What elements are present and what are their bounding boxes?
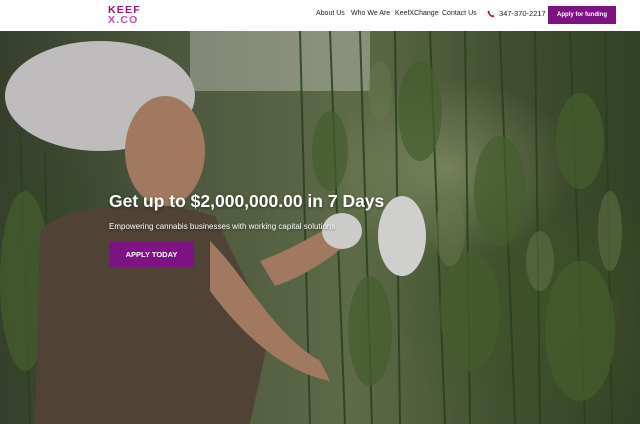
hero-subhead: Empowering cannabis businesses with work… bbox=[109, 222, 338, 231]
phone-number: 347-370-2217 bbox=[499, 9, 546, 18]
hero-headline: Get up to $2,000,000.00 in 7 Days bbox=[109, 191, 385, 211]
apply-for-funding-button[interactable]: Apply for funding bbox=[548, 6, 616, 24]
nav-about-us[interactable]: About Us bbox=[316, 10, 345, 17]
nav-contact-us[interactable]: Contact Us bbox=[442, 10, 477, 17]
keefx-logo[interactable]: KEEF X.CO bbox=[108, 5, 148, 26]
site-header: KEEF X.CO About Us Who We Are KeefXChang… bbox=[0, 0, 640, 31]
hero-section: Get up to $2,000,000.00 in 7 Days Empowe… bbox=[0, 31, 640, 424]
nav-keefxchange[interactable]: KeefXChange bbox=[395, 10, 439, 17]
nav-who-we-are[interactable]: Who We Are bbox=[351, 10, 390, 17]
hero-text-block: Get up to $2,000,000.00 in 7 Days Empowe… bbox=[109, 191, 384, 231]
phone-link[interactable]: 347-370-2217 bbox=[487, 9, 546, 18]
apply-today-button[interactable]: APPLY TODAY bbox=[109, 242, 194, 267]
phone-icon bbox=[487, 9, 495, 17]
logo-line-2: X.CO bbox=[108, 14, 139, 26]
